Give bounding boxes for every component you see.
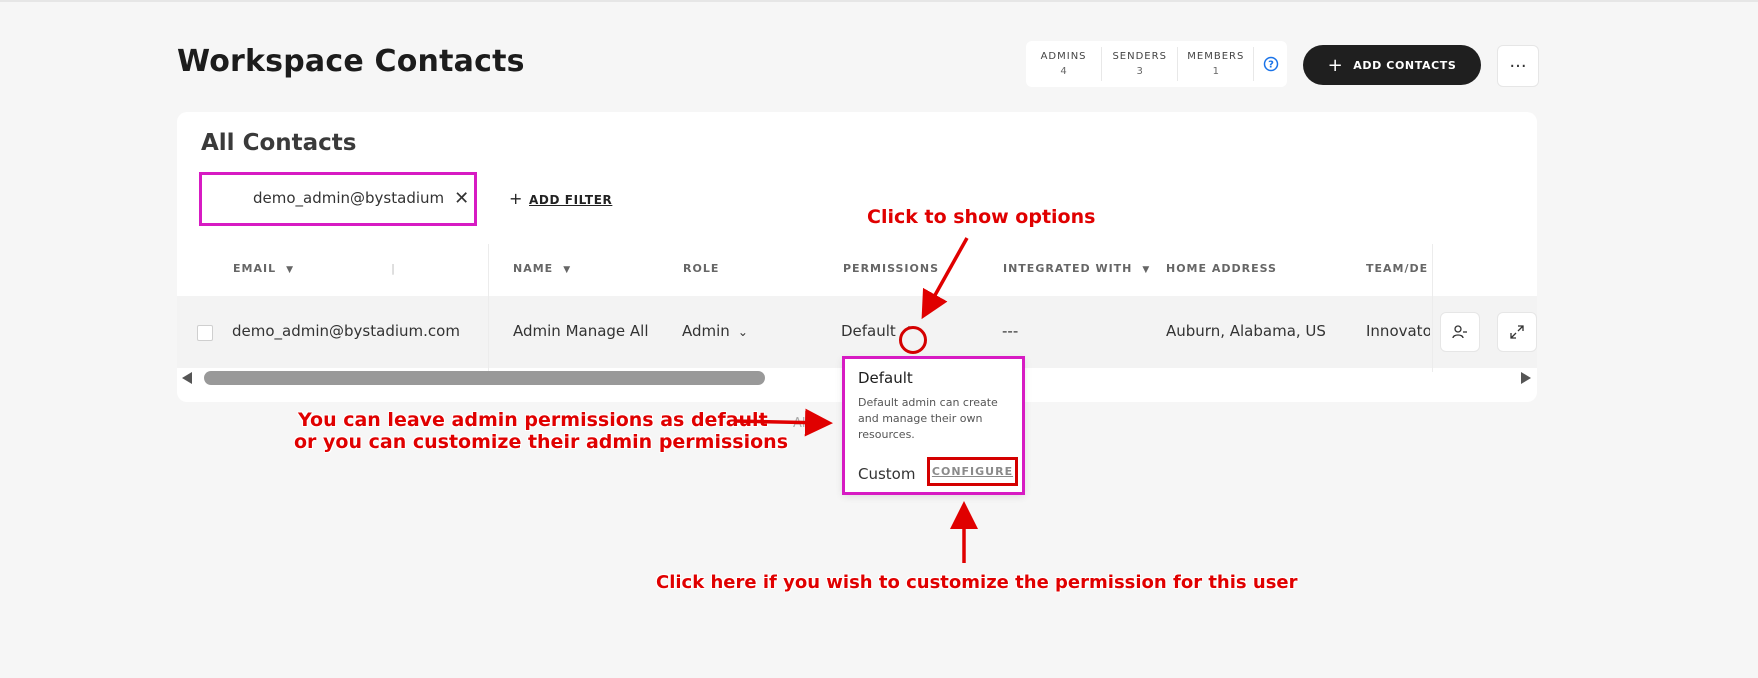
cell-integrated-with: --- (1002, 322, 1019, 340)
table-header: EMAIL ▼ | NAME ▼ ROLE PERMISSIONS INTEGRAT… (177, 244, 1537, 292)
annotation-customize: Click here if you wish to customize the … (656, 572, 1298, 593)
cell-team: Innovato (1366, 322, 1430, 340)
column-divider (488, 244, 489, 372)
page-title: Workspace Contacts (177, 44, 525, 79)
card-title: All Contacts (201, 130, 357, 156)
more-options-button[interactable]: ··· (1497, 45, 1539, 87)
plus-icon: + (509, 189, 524, 208)
add-contacts-label: ADD CONTACTS (1353, 58, 1457, 72)
add-contacts-button[interactable]: + ADD CONTACTS (1303, 45, 1481, 85)
column-header-permissions[interactable]: PERMISSIONS (843, 262, 939, 275)
annotation-leave-default-line2: or you can customize their admin permiss… (294, 431, 788, 453)
footer-text: All (793, 416, 810, 431)
sort-caret-icon: ▼ (563, 265, 572, 275)
help-circle-icon[interactable]: ? (1254, 56, 1287, 72)
column-header-home-address[interactable]: HOME ADDRESS (1166, 262, 1277, 275)
annotation-highlight-box (927, 457, 1018, 486)
chevron-down-icon: ⌄ (737, 325, 748, 339)
remove-user-icon (1452, 325, 1467, 339)
top-divider (0, 0, 1758, 2)
stat-value: 4 (1060, 66, 1067, 77)
svg-text:?: ? (1268, 60, 1274, 71)
column-header-name[interactable]: NAME ▼ (513, 262, 571, 275)
expand-row-button[interactable] (1497, 312, 1537, 352)
scroll-left-icon[interactable] (182, 372, 192, 384)
remove-user-button[interactable] (1440, 312, 1480, 352)
permissions-dropdown: Default Default admin can create and man… (842, 356, 1025, 495)
cell-name: Admin Manage All (513, 322, 649, 340)
row-checkbox[interactable] (197, 325, 213, 341)
sort-caret-icon: ▼ (286, 265, 294, 275)
stat-value: 3 (1136, 66, 1143, 77)
stat-senders[interactable]: SENDERS 3 (1102, 47, 1179, 81)
annotation-show-options: Click to show options (867, 206, 1096, 228)
cell-home-address: Auburn, Alabama, US (1166, 322, 1326, 340)
contact-stats: ADMINS 4 SENDERS 3 MEMBERS 1 ? (1026, 41, 1287, 87)
column-header-role[interactable]: ROLE (683, 262, 719, 275)
expand-icon (1510, 325, 1524, 339)
stat-label: SENDERS (1112, 51, 1167, 62)
stat-members[interactable]: MEMBERS 1 (1178, 47, 1255, 81)
configure-button[interactable]: CONFIGURE (927, 457, 1018, 486)
email-filter-chip[interactable]: demo_admin@bystadium ✕ (199, 172, 477, 226)
stat-admins[interactable]: ADMINS 4 (1026, 47, 1103, 81)
cell-permissions: Default (841, 322, 896, 340)
add-filter-label: ADD FILTER (529, 193, 613, 207)
stat-value: 1 (1212, 66, 1219, 77)
column-header-integrated-with[interactable]: INTEGRATED WITH ▼ (1003, 262, 1150, 275)
more-icon: ··· (1509, 55, 1527, 77)
option-custom[interactable]: Custom (858, 465, 915, 483)
scroll-right-icon[interactable] (1521, 372, 1531, 384)
column-resize-handle[interactable]: | (391, 262, 396, 275)
option-default[interactable]: Default (858, 369, 913, 387)
stat-label: ADMINS (1040, 51, 1087, 62)
annotation-leave-default-line1: You can leave admin permissions as defau… (298, 409, 768, 431)
column-divider (1432, 244, 1433, 372)
column-header-team[interactable]: TEAM/DEI (1366, 262, 1428, 275)
plus-icon: + (1327, 54, 1344, 76)
cell-email: demo_admin@bystadium.com (232, 322, 460, 340)
role-select[interactable]: Admin ⌄ (682, 322, 748, 340)
scroll-thumb[interactable] (204, 371, 765, 385)
option-default-description: Default admin can create and manage thei… (858, 396, 998, 441)
annotation-highlight-circle (899, 326, 927, 354)
annotation-highlight-box (199, 172, 477, 226)
stat-label: MEMBERS (1187, 51, 1245, 62)
add-filter-button[interactable]: + ADD FILTER (509, 189, 612, 208)
column-header-email[interactable]: EMAIL ▼ (233, 262, 294, 275)
sort-caret-icon: ▼ (1142, 265, 1151, 275)
